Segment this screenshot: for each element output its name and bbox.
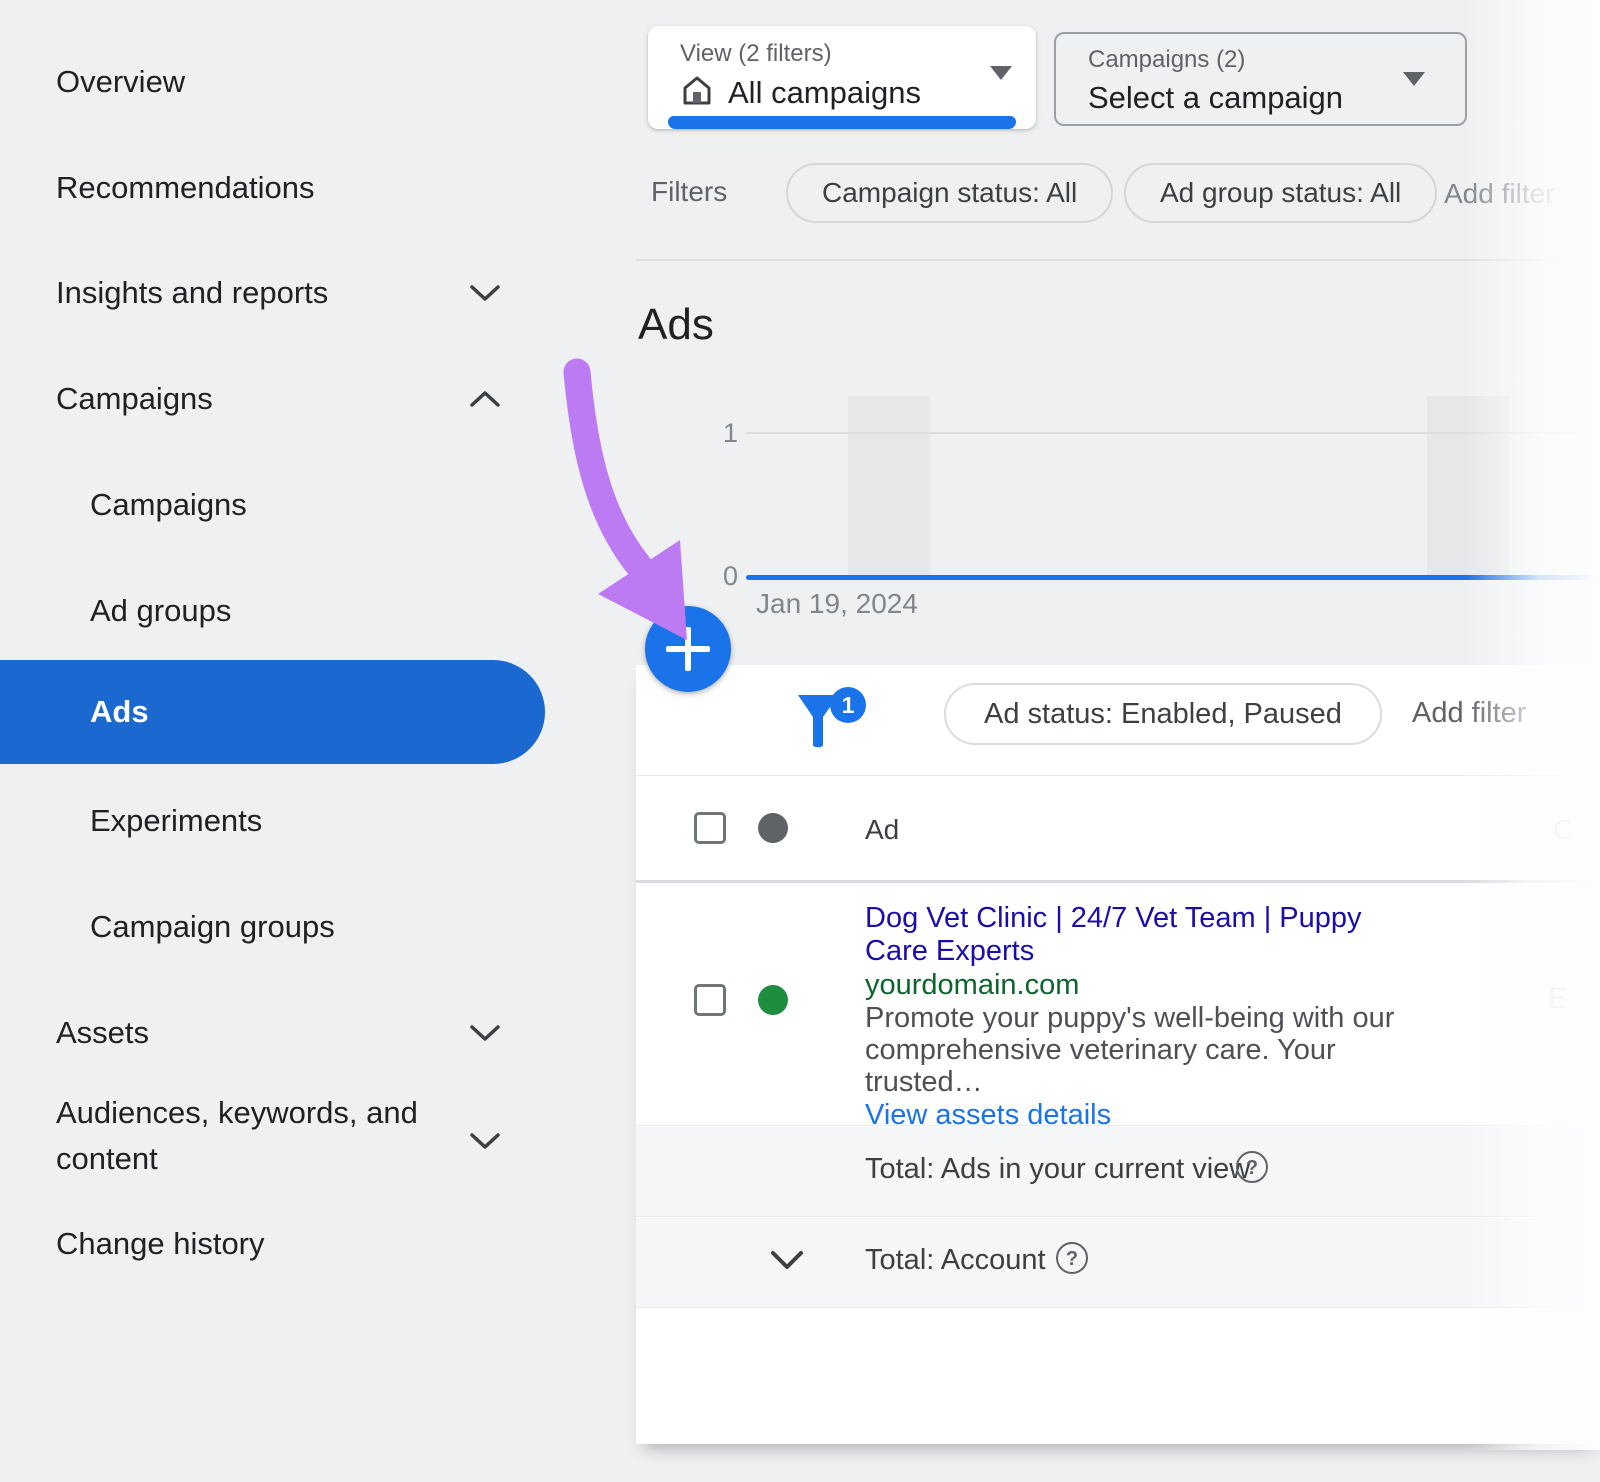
y-axis-tick: 1 (708, 418, 738, 449)
add-filter-button[interactable]: Add filter (1444, 178, 1555, 210)
home-icon (680, 74, 714, 111)
sidebar-item-label: Assets (0, 1015, 149, 1051)
x-axis-label: Jan 19, 2024 (756, 588, 918, 620)
gridline (746, 432, 1600, 434)
sidebar-item-label: Ads (0, 694, 149, 730)
sidebar-item-label: Campaigns (0, 487, 247, 523)
divider (636, 259, 1600, 261)
select-all-checkbox[interactable] (694, 812, 726, 844)
ads-table-card: 1 Ad status: Enabled, Paused Add filter … (636, 665, 1600, 1444)
sidebar-item-recommendations[interactable]: Recommendations (0, 164, 560, 212)
sidebar-item-overview[interactable]: Overview (0, 58, 560, 106)
sidebar-item-label: Campaign groups (0, 909, 335, 945)
chevron-down-icon (468, 1015, 502, 1051)
filter-funnel-icon[interactable]: 1 (796, 693, 866, 755)
weekend-band (848, 396, 930, 578)
status-dot-header[interactable] (758, 813, 788, 843)
sidebar-item-experiments[interactable]: Experiments (0, 797, 560, 845)
sidebar-item-change-history[interactable]: Change history (0, 1220, 560, 1268)
view-selector-label: View (2 filters) (680, 40, 832, 68)
filter-chip-campaign-status[interactable]: Campaign status: All (786, 163, 1113, 223)
sidebar-item-ads-selected[interactable]: Ads (0, 660, 545, 764)
chevron-down-icon (468, 275, 502, 311)
table-row: Dog Vet Clinic | 24/7 Vet Team | Puppy C… (636, 886, 1600, 1126)
ad-title-link[interactable]: Dog Vet Clinic | 24/7 Vet Team | Puppy C… (865, 902, 1425, 968)
sidebar-item-campaign-groups[interactable]: Campaign groups (0, 903, 560, 951)
add-filter-button[interactable]: Add filter (1412, 697, 1526, 730)
table-toolbar: 1 Ad status: Enabled, Paused Add filter (636, 665, 1600, 775)
sidebar-item-label: Campaigns (0, 381, 213, 417)
chart-series-line (746, 575, 1600, 580)
sidebar: Overview Recommendations Insights and re… (0, 0, 636, 1482)
sidebar-item-label: Insights and reports (0, 275, 328, 311)
view-selector-value: All campaigns (728, 75, 921, 111)
chevron-up-icon (468, 381, 502, 417)
sidebar-item-audiences-keywords-content[interactable]: Audiences, keywords, and content (0, 1090, 560, 1182)
add-ad-button[interactable] (645, 606, 731, 692)
campaign-selector-label: Campaigns (2) (1088, 46, 1245, 74)
sidebar-item-label: Audiences, keywords, and content (0, 1090, 420, 1182)
google-ads-page: Overview Recommendations Insights and re… (0, 0, 1600, 1482)
filter-chip-ad-group-status[interactable]: Ad group status: All (1124, 163, 1437, 223)
help-icon[interactable]: ? (1236, 1151, 1268, 1183)
ad-display-url: yourdomain.com (865, 968, 1425, 1002)
ad-status-filter-chip[interactable]: Ad status: Enabled, Paused (944, 683, 1382, 745)
filters-label: Filters (651, 176, 727, 208)
sidebar-item-label: Ad groups (0, 593, 231, 629)
row-checkbox[interactable] (694, 984, 726, 1016)
total-label: Total: Ads in your current view (865, 1153, 1250, 1186)
chevron-down-icon[interactable] (768, 1248, 806, 1277)
campaign-selector[interactable]: Campaigns (2) Select a campaign (1054, 32, 1467, 126)
view-selector[interactable]: View (2 filters) All campaigns (648, 26, 1036, 129)
total-label: Total: Account (865, 1244, 1046, 1277)
sidebar-item-label: Change history (0, 1226, 265, 1262)
sidebar-item-label: Experiments (0, 803, 262, 839)
campaign-selector-value: Select a campaign (1088, 80, 1343, 116)
ad-status-truncated: E (1548, 982, 1568, 1016)
y-axis-tick: 0 (708, 561, 738, 592)
sidebar-item-assets[interactable]: Assets (0, 1009, 560, 1057)
sidebar-item-ad-groups[interactable]: Ad groups (0, 587, 560, 635)
active-view-indicator (668, 116, 1016, 129)
sidebar-item-label: Recommendations (0, 170, 314, 206)
sidebar-item-campaigns-section[interactable]: Campaigns (0, 375, 560, 423)
sidebar-item-insights-and-reports[interactable]: Insights and reports (0, 269, 560, 317)
column-header-campaign-truncated: C (1553, 814, 1573, 846)
chevron-down-icon (468, 1118, 502, 1164)
ad-creative-preview: Dog Vet Clinic | 24/7 Vet Team | Puppy C… (865, 902, 1425, 1132)
filter-count-badge: 1 (830, 687, 866, 723)
column-header-ad: Ad (865, 814, 899, 846)
table-header-row: Ad C (636, 776, 1600, 883)
ads-over-time-chart: 1 0 Jan 19, 2024 (700, 388, 1600, 618)
dropdown-caret-icon (1403, 86, 1425, 104)
sidebar-item-label: Overview (0, 64, 185, 100)
sidebar-item-campaigns[interactable]: Campaigns (0, 481, 560, 529)
total-account-row: Total: Account ? (636, 1218, 1600, 1308)
ad-description: Promote your puppy's well-being with our… (865, 1002, 1425, 1098)
enabled-status-dot[interactable] (758, 985, 788, 1015)
total-current-view-row: Total: Ads in your current view ? (636, 1127, 1600, 1217)
page-title: Ads (638, 300, 714, 350)
help-icon[interactable]: ? (1056, 1242, 1088, 1274)
weekend-band (1427, 396, 1509, 578)
dropdown-caret-icon (990, 80, 1012, 98)
